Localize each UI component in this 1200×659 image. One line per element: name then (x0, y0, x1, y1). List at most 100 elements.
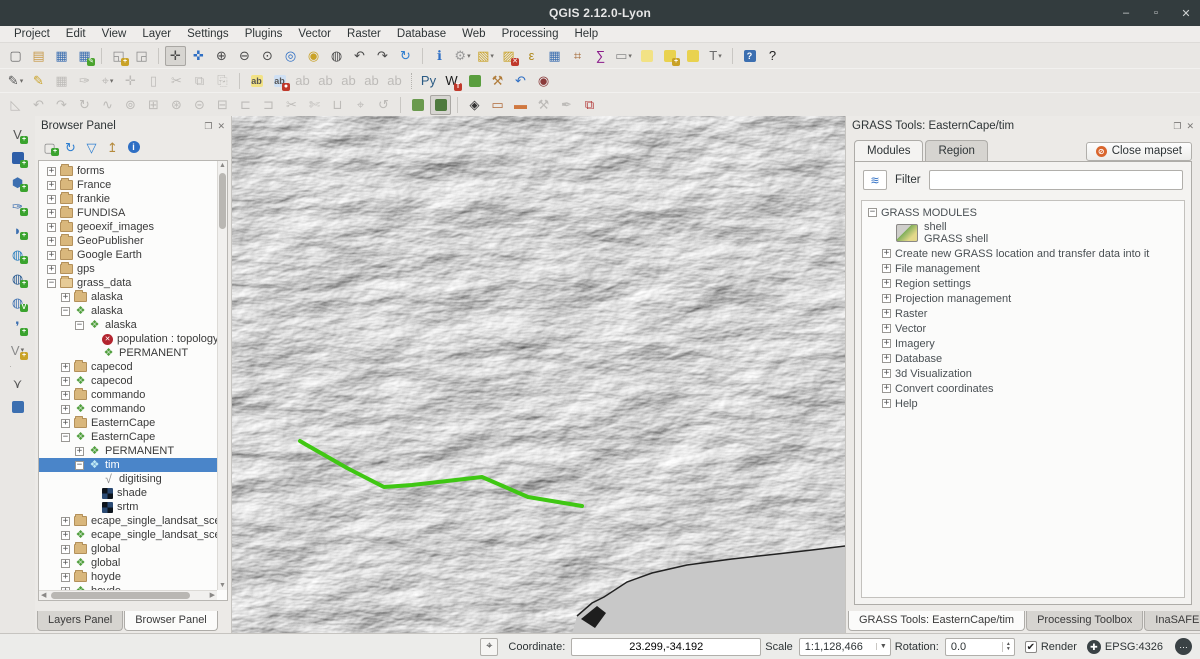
menu-item-settings[interactable]: Settings (179, 28, 237, 40)
extent-tracking-icon[interactable]: ⌖ (480, 638, 498, 656)
grid-decoration-icon[interactable]: ⚒ (533, 95, 554, 115)
tree-expander[interactable]: − (47, 279, 56, 288)
delete-selected-icon[interactable]: ▯ (143, 71, 164, 91)
module-category-projection-management[interactable]: +Projection management (862, 291, 1184, 306)
tab-layers-panel[interactable]: Layers Panel (37, 611, 123, 631)
plugin-tool-icon[interactable] (464, 71, 485, 91)
properties-widget-icon[interactable]: i (124, 138, 143, 156)
tree-item-geopublisher[interactable]: +GeoPublisher (39, 234, 217, 248)
menu-item-layer[interactable]: Layer (134, 28, 179, 40)
wkt-tools-icon[interactable]: WT (441, 71, 462, 91)
tree-item-grass-data[interactable]: −grass_data (39, 276, 217, 290)
tree-item-easterncape[interactable]: +EasternCape (39, 416, 217, 430)
new-shapefile-layer-icon[interactable]: V+▾ (7, 340, 28, 360)
messages-bubble-icon[interactable]: … (1175, 638, 1192, 655)
add-feature-icon[interactable]: ✑ (74, 71, 95, 91)
refresh-browser-icon[interactable]: ↻ (61, 138, 80, 156)
tree-expander[interactable]: + (61, 293, 70, 302)
spinner-arrows-icon[interactable]: ▲▼ (1002, 642, 1014, 652)
composer-manager-icon[interactable]: ◲ (131, 46, 152, 66)
layer-diagram-icon[interactable]: ab● (269, 71, 290, 91)
tree-expander[interactable]: + (882, 264, 891, 273)
paste-features-icon[interactable]: ⎘ (212, 71, 233, 91)
layer-labeling-icon[interactable]: ab (246, 71, 267, 91)
zoom-to-layer-icon[interactable]: ◍ (326, 46, 347, 66)
change-label-icon[interactable]: ab (384, 71, 405, 91)
zoom-to-selection-icon[interactable]: ◉ (303, 46, 324, 66)
zoom-next-icon[interactable]: ↷ (372, 46, 393, 66)
tree-expander[interactable]: + (882, 249, 891, 258)
module-category-3d-visualization[interactable]: +3d Visualization (862, 366, 1184, 381)
module-category-create-new-grass-location-and-transfer-data-into-it[interactable]: +Create new GRASS location and transfer … (862, 246, 1184, 261)
tab-grass-tools[interactable]: GRASS Tools: EasternCape/tim (848, 611, 1025, 631)
tree-item-global[interactable]: +global (39, 542, 217, 556)
tree-expander[interactable]: + (61, 419, 70, 428)
select-features-icon[interactable]: ▧▾ (475, 46, 496, 66)
module-category-help[interactable]: +Help (862, 396, 1184, 411)
tree-item-geoexif-images[interactable]: +geoexif_images (39, 220, 217, 234)
tree-item-digitising[interactable]: √digitising (39, 472, 217, 486)
deselect-features-icon[interactable]: ▨✕ (498, 46, 519, 66)
field-calculator-icon[interactable]: ⌗ (567, 46, 588, 66)
tree-item-alaska[interactable]: −❖alaska (39, 318, 217, 332)
pan-map-icon[interactable]: ✛ (165, 46, 186, 66)
python-console-icon[interactable]: Py (418, 71, 439, 91)
tree-expander[interactable]: + (882, 294, 891, 303)
tree-expander[interactable]: + (47, 223, 56, 232)
reshape-features-icon[interactable]: ⊏ (235, 95, 256, 115)
module-category-raster[interactable]: +Raster (862, 306, 1184, 321)
vertical-scrollbar[interactable]: ▲ ▼ (217, 161, 227, 590)
rotate-point-symbols-icon[interactable]: ↺ (373, 95, 394, 115)
pan-to-selection-icon[interactable]: ✜ (188, 46, 209, 66)
text-annotation-icon[interactable]: T▾ (705, 46, 726, 66)
module-shell[interactable]: shellGRASS shell (896, 221, 1184, 245)
add-postgis-layer-icon[interactable]: ⬢+ (7, 172, 28, 192)
tree-expander[interactable]: + (75, 447, 84, 456)
panel-float-icon[interactable]: ❐ (204, 121, 212, 132)
tree-item-gps[interactable]: +gps (39, 262, 217, 276)
zoom-native-icon[interactable]: ⊙ (257, 46, 278, 66)
open-attribute-table-icon[interactable]: ▦ (544, 46, 565, 66)
show-bookmarks-icon[interactable] (682, 46, 703, 66)
vertex-tool-icon[interactable]: ⌖ (350, 95, 371, 115)
menu-item-project[interactable]: Project (6, 28, 58, 40)
panel-close-icon[interactable]: ✕ (217, 121, 225, 132)
tree-item-ecape-single-landsat-scene[interactable]: +❖ecape_single_landsat_scene (39, 528, 217, 542)
tree-expander[interactable]: + (882, 399, 891, 408)
cad-tools-icon[interactable]: ◺ (5, 95, 26, 115)
tree-expander[interactable]: + (47, 209, 56, 218)
tree-item-alaska[interactable]: +alaska (39, 290, 217, 304)
overlap-tool-icon[interactable]: ⧉ (579, 95, 600, 115)
tree-expander[interactable]: + (47, 265, 56, 274)
tree-expander[interactable]: + (882, 384, 891, 393)
add-part-icon[interactable]: ⊞ (143, 95, 164, 115)
advanced-filter-icon[interactable]: ≋ (863, 170, 887, 190)
tree-expander[interactable]: + (47, 181, 56, 190)
merge-features-icon[interactable]: ⊔ (327, 95, 348, 115)
tree-expander[interactable]: − (868, 208, 877, 217)
tab-processing-toolbox[interactable]: Processing Toolbox (1026, 611, 1143, 631)
menu-item-help[interactable]: Help (566, 28, 606, 40)
delete-ring-icon[interactable]: ⊝ (189, 95, 210, 115)
new-project-icon[interactable]: ▢ (5, 46, 26, 66)
tree-item-hoyde[interactable]: +hoyde (39, 570, 217, 584)
tree-expander[interactable]: + (882, 279, 891, 288)
menu-item-web[interactable]: Web (454, 28, 493, 40)
tree-item-ecape-single-landsat-scene[interactable]: +ecape_single_landsat_scene (39, 514, 217, 528)
tree-expander[interactable]: + (47, 237, 56, 246)
search-tool-icon[interactable]: ◉ (533, 71, 554, 91)
tree-item-global[interactable]: +❖global (39, 556, 217, 570)
identify-features-icon[interactable]: ℹ (429, 46, 450, 66)
tree-item-france[interactable]: +France (39, 178, 217, 192)
tree-expander[interactable]: + (882, 309, 891, 318)
scale-combo[interactable]: 1:1,128,466 ▼ (799, 638, 891, 656)
filter-input[interactable] (929, 170, 1183, 190)
tree-expander[interactable]: + (882, 369, 891, 378)
new-bookmark-icon[interactable]: + (659, 46, 680, 66)
save-project-as-icon[interactable]: ▦✎ (74, 46, 95, 66)
tree-item-permanent[interactable]: ❖PERMANENT (39, 346, 217, 360)
tree-item-forms[interactable]: +forms (39, 164, 217, 178)
measure-icon[interactable]: ▭▾ (613, 46, 634, 66)
crs-globe-icon[interactable]: ✚ (1087, 640, 1101, 654)
module-category-file-management[interactable]: +File management (862, 261, 1184, 276)
